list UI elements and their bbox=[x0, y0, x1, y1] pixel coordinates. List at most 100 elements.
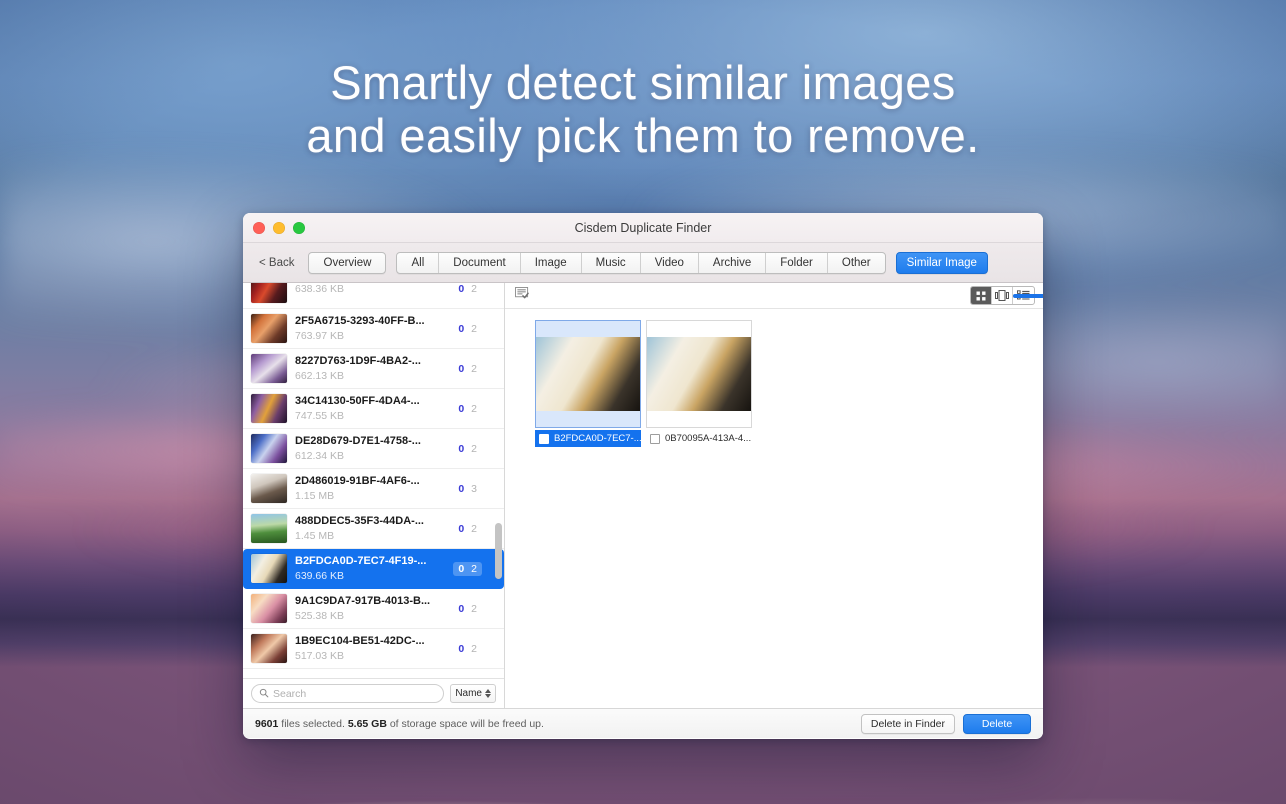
list-item-size: 517.03 KB bbox=[295, 649, 345, 662]
cover-flow-view-icon[interactable] bbox=[992, 287, 1013, 304]
list-item-thumbnail bbox=[251, 594, 287, 623]
list-item-counts: 02 bbox=[453, 642, 482, 656]
list-item-selected-count: 0 bbox=[458, 283, 465, 295]
list-item-size: 638.36 KB bbox=[295, 283, 345, 295]
list-item-name: 2F5A6715-3293-40FF-B... bbox=[295, 314, 425, 327]
list-item[interactable]: 2D486019-91BF-4AF6-... 1.15 MB 0 3 bbox=[243, 469, 504, 509]
list-item-total-count: 2 bbox=[471, 322, 477, 335]
slider-fill bbox=[1013, 293, 1043, 298]
list-item-total-count: 2 bbox=[471, 442, 477, 455]
content-toolbar bbox=[505, 283, 1043, 309]
category-tabs: All Document Image Music Video Archive F… bbox=[396, 251, 886, 274]
list-item-meta: 9A1C9DA7-917B-4013-B... 525.38 KB bbox=[295, 595, 453, 623]
search-bar: Search Name bbox=[243, 678, 504, 708]
list-item-counts: 02 bbox=[453, 322, 482, 336]
status-summary: 9601 files selected. 5.65 GB of storage … bbox=[255, 718, 544, 730]
window-body: 638.36 KB 0 2 2F5A6715-3293-40FF-B... 763.97… bbox=[243, 283, 1043, 708]
list-item-selected-count: 0 bbox=[458, 402, 465, 415]
search-icon bbox=[259, 685, 269, 703]
duplicate-group-list-pane: 638.36 KB 0 2 2F5A6715-3293-40FF-B... 763.97… bbox=[243, 283, 505, 708]
status-freed-size: 5.65 GB bbox=[347, 717, 387, 730]
list-item[interactable]: 9A1C9DA7-917B-4013-B... 525.38 KB 0 2 bbox=[243, 589, 504, 629]
list-item-name: B2FDCA0D-7EC7-4F19-... bbox=[295, 554, 427, 567]
tab-archive[interactable]: Archive bbox=[699, 252, 767, 273]
list-item-thumbnail bbox=[251, 634, 287, 663]
list-item-counts: 02 bbox=[453, 362, 482, 376]
thumbnail-label-row: B2FDCA0D-7EC7-... bbox=[535, 430, 641, 447]
window-title: Cisdem Duplicate Finder bbox=[574, 220, 712, 235]
thumbnail-image bbox=[536, 337, 640, 411]
list-item-total-count: 2 bbox=[471, 402, 477, 415]
delete-button[interactable]: Delete bbox=[963, 713, 1031, 734]
minimize-icon[interactable] bbox=[273, 221, 285, 234]
select-all-icon[interactable] bbox=[515, 286, 530, 305]
list-item-total-count: 2 bbox=[471, 283, 477, 295]
list-item-size: 1.45 MB bbox=[295, 529, 335, 542]
list-item-thumbnail bbox=[251, 354, 287, 383]
list-item-meta: B2FDCA0D-7EC7-4F19-... 639.66 KB bbox=[295, 555, 453, 583]
list-item[interactable]: B2FDCA0D-7EC7-4F19-... 639.66 KB 0 2 bbox=[243, 549, 504, 589]
list-item-total-count: 2 bbox=[471, 602, 477, 615]
list-item-selected-count: 0 bbox=[458, 602, 465, 615]
list-item-total-count: 2 bbox=[471, 362, 477, 375]
list-item[interactable]: 8227D763-1D9F-4BA2-... 662.13 KB 0 2 bbox=[243, 349, 504, 389]
list-scrollbar-thumb[interactable] bbox=[495, 523, 502, 579]
list-item-name: 2D486019-91BF-4AF6-... bbox=[295, 474, 420, 487]
preview-pane: B2FDCA0D-7EC7-... 0B70095A-413A-4... bbox=[505, 283, 1043, 708]
list-item[interactable]: 1B9EC104-BE51-42DC-... 517.03 KB 0 2 bbox=[243, 629, 504, 669]
list-item-total-count: 3 bbox=[471, 482, 477, 495]
thumbnail-size-slider[interactable] bbox=[1013, 286, 1043, 306]
status-bar: 9601 files selected. 5.65 GB of storage … bbox=[243, 708, 1043, 738]
maximize-icon[interactable] bbox=[293, 221, 305, 234]
tab-image[interactable]: Image bbox=[521, 252, 582, 273]
list-item[interactable]: 34C14130-50FF-4DA4-... 747.55 KB 0 2 bbox=[243, 389, 504, 429]
search-placeholder: Search bbox=[273, 687, 307, 700]
app-window: Cisdem Duplicate Finder < Back Overview … bbox=[243, 213, 1043, 739]
list-item-thumbnail bbox=[251, 283, 287, 303]
sort-select[interactable]: Name bbox=[450, 684, 496, 703]
thumbnail-checkbox[interactable] bbox=[650, 433, 660, 444]
thumbnail-checkbox[interactable] bbox=[539, 433, 549, 444]
list-item-selected-count: 0 bbox=[458, 322, 465, 335]
list-item-meta: 8227D763-1D9F-4BA2-... 662.13 KB bbox=[295, 355, 453, 383]
tab-music[interactable]: Music bbox=[582, 252, 641, 273]
tab-similar-image[interactable]: Similar Image bbox=[895, 251, 988, 274]
list-item[interactable]: 638.36 KB 0 2 bbox=[243, 283, 504, 309]
thumbnail-label-row: 0B70095A-413A-4... bbox=[646, 430, 752, 447]
list-item[interactable]: 488DDEC5-35F3-44DA-... 1.45 MB 0 2 bbox=[243, 509, 504, 549]
tab-all[interactable]: All bbox=[397, 252, 440, 273]
list-item-selected-count: 0 bbox=[458, 442, 465, 455]
window-controls bbox=[253, 221, 305, 234]
tab-folder[interactable]: Folder bbox=[766, 252, 828, 273]
list-scrollbar[interactable] bbox=[495, 287, 502, 674]
thumbnail-grid: B2FDCA0D-7EC7-... 0B70095A-413A-4... bbox=[505, 309, 1043, 708]
list-item-total-count: 2 bbox=[471, 642, 477, 655]
thumbnail-card[interactable]: 0B70095A-413A-4... bbox=[646, 320, 752, 447]
status-files-count: 9601 bbox=[255, 717, 279, 730]
list-item-name: 34C14130-50FF-4DA4-... bbox=[295, 394, 420, 407]
list-item-name: 488DDEC5-35F3-44DA-... bbox=[295, 514, 424, 527]
list-item-thumbnail bbox=[251, 474, 287, 503]
search-input[interactable]: Search bbox=[251, 684, 445, 703]
tab-document[interactable]: Document bbox=[439, 252, 521, 273]
list-item-name: 8227D763-1D9F-4BA2-... bbox=[295, 354, 421, 367]
thumbnail-frame bbox=[535, 320, 641, 428]
thumbnail-image bbox=[647, 337, 751, 411]
list-item-counts: 02 bbox=[453, 602, 482, 616]
tab-video[interactable]: Video bbox=[641, 252, 699, 273]
back-button[interactable]: < Back bbox=[255, 255, 298, 271]
grid-view-icon[interactable] bbox=[971, 287, 992, 304]
list-item-thumbnail bbox=[251, 434, 287, 463]
list-item-name: DE28D679-D7E1-4758-... bbox=[295, 434, 421, 447]
list-item[interactable]: 2F5A6715-3293-40FF-B... 763.97 KB 0 2 bbox=[243, 309, 504, 349]
close-icon[interactable] bbox=[253, 221, 265, 234]
delete-in-finder-button[interactable]: Delete in Finder bbox=[860, 713, 955, 734]
duplicate-group-list[interactable]: 638.36 KB 0 2 2F5A6715-3293-40FF-B... 763.97… bbox=[243, 283, 504, 678]
thumbnail-card[interactable]: B2FDCA0D-7EC7-... bbox=[535, 320, 641, 447]
tab-overview[interactable]: Overview bbox=[308, 251, 387, 274]
list-item-selected-count: 0 bbox=[458, 522, 465, 535]
tab-other[interactable]: Other bbox=[828, 253, 885, 273]
list-item-selected-count: 0 bbox=[458, 362, 465, 375]
status-text-mid: files selected. bbox=[278, 717, 348, 730]
list-item[interactable]: DE28D679-D7E1-4758-... 612.34 KB 0 2 bbox=[243, 429, 504, 469]
